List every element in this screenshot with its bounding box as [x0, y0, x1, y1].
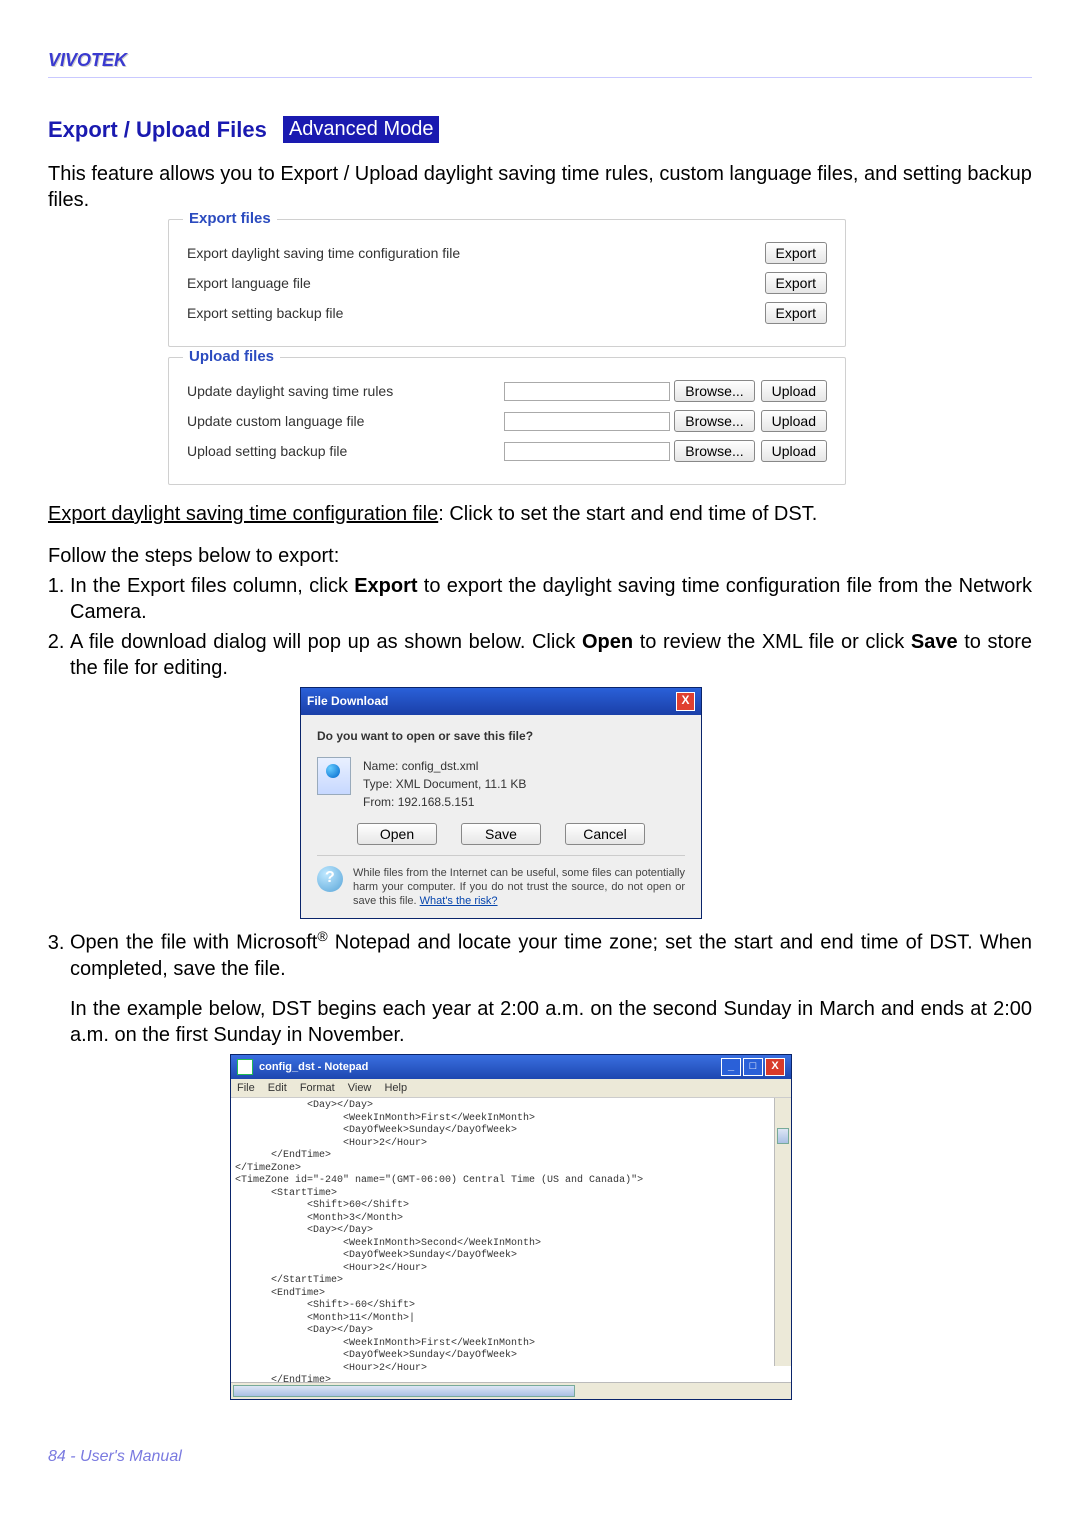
registered-mark: ® [317, 928, 327, 944]
notepad-menubar: File Edit Format View Help [231, 1079, 791, 1098]
upload-language-path[interactable] [504, 412, 670, 431]
export-dst-desc-label: Export daylight saving time configuratio… [48, 503, 438, 525]
dialog-cancel-button[interactable]: Cancel [565, 823, 645, 845]
scrollbar-vertical[interactable] [774, 1098, 791, 1366]
dialog-open-button[interactable]: Open [357, 823, 437, 845]
upload-dst-path[interactable] [504, 382, 670, 401]
menu-file[interactable]: File [237, 1082, 255, 1094]
export-language-button[interactable]: Export [765, 272, 827, 294]
brand-logo: VIVOTEK [48, 50, 127, 71]
notepad-window: config_dst - Notepad _ □ X File Edit For… [230, 1054, 792, 1400]
upload-files-legend: Upload files [183, 348, 280, 365]
steps-intro: Follow the steps below to export: [48, 543, 1032, 569]
steps-list: In the Export files column, click Export… [48, 573, 1032, 1400]
step-1-export-word: Export [354, 575, 417, 597]
upload-dst-upload-button[interactable]: Upload [761, 380, 827, 402]
upload-backup-upload-button[interactable]: Upload [761, 440, 827, 462]
upload-language-browse-button[interactable]: Browse... [674, 410, 754, 432]
dlg-name-value: config_dst.xml [402, 759, 479, 773]
upload-backup-path[interactable] [504, 442, 670, 461]
upload-files-panel: Upload files Update daylight saving time… [168, 357, 846, 485]
export-files-panel: Export files Export daylight saving time… [168, 219, 846, 347]
dlg-name-label: Name: [363, 759, 398, 773]
dialog-title: File Download [307, 694, 388, 710]
upload-dst-label: Update daylight saving time rules [187, 383, 504, 399]
step-1a: In the Export files column, click [70, 575, 354, 597]
upload-language-upload-button[interactable]: Upload [761, 410, 827, 432]
maximize-icon[interactable]: □ [743, 1058, 763, 1076]
section-title-text: Export / Upload Files [48, 117, 267, 142]
step-2-open-word: Open [582, 631, 633, 653]
export-dst-label: Export daylight saving time configuratio… [187, 245, 765, 261]
dialog-question: Do you want to open or save this file? [317, 729, 685, 745]
step-1: In the Export files column, click Export… [70, 573, 1032, 625]
dialog-close-icon[interactable]: X [676, 692, 695, 711]
example-text: In the example below, DST begins each ye… [70, 996, 1032, 1048]
warning-icon [317, 866, 343, 892]
intro-text: This feature allows you to Export / Uplo… [48, 161, 1032, 213]
dialog-warning-text: While files from the Internet can be use… [353, 867, 685, 908]
dlg-type-label: Type: [363, 777, 392, 791]
menu-edit[interactable]: Edit [268, 1082, 287, 1094]
notepad-title: config_dst - Notepad [259, 1060, 368, 1074]
step-3a: Open the file with Microsoft [70, 932, 317, 954]
menu-format[interactable]: Format [300, 1082, 335, 1094]
export-dst-button[interactable]: Export [765, 242, 827, 264]
step-2c: to review the XML file or click [633, 631, 911, 653]
advanced-mode-badge: Advanced Mode [283, 116, 440, 143]
page-footer: 84 - User's Manual [48, 1448, 1032, 1466]
upload-backup-label: Upload setting backup file [187, 443, 504, 459]
upload-backup-browse-button[interactable]: Browse... [674, 440, 754, 462]
minimize-icon[interactable]: _ [721, 1058, 741, 1076]
export-dst-desc: Export daylight saving time configuratio… [48, 501, 1032, 527]
close-icon[interactable]: X [765, 1058, 785, 1076]
upload-dst-browse-button[interactable]: Browse... [674, 380, 754, 402]
notepad-content[interactable]: <Day></Day> <WeekInMonth>First</WeekInMo… [231, 1098, 791, 1382]
menu-view[interactable]: View [348, 1082, 372, 1094]
dlg-type-value: XML Document, 11.1 KB [396, 777, 527, 791]
scrollbar-horizontal[interactable] [231, 1382, 791, 1399]
whats-the-risk-link[interactable]: What's the risk? [420, 895, 498, 907]
step-2: A file download dialog will pop up as sh… [70, 629, 1032, 919]
file-type-icon [317, 757, 351, 795]
step-2-save-word: Save [911, 631, 958, 653]
export-backup-button[interactable]: Export [765, 302, 827, 324]
upload-language-label: Update custom language file [187, 413, 504, 429]
step-2a: A file download dialog will pop up as sh… [70, 631, 582, 653]
dlg-from-label: From: [363, 795, 394, 809]
notepad-icon [237, 1059, 253, 1075]
menu-help[interactable]: Help [384, 1082, 407, 1094]
export-dst-desc-rest: : Click to set the start and end time of… [438, 503, 817, 525]
export-language-label: Export language file [187, 275, 765, 291]
step-3: Open the file with Microsoft® Notepad an… [70, 927, 1032, 1400]
file-download-dialog: File Download X Do you want to open or s… [300, 687, 702, 919]
export-backup-label: Export setting backup file [187, 305, 765, 321]
dialog-save-button[interactable]: Save [461, 823, 541, 845]
section-title: Export / Upload Files Advanced Mode [48, 116, 1032, 143]
dlg-from-value: 192.168.5.151 [398, 795, 475, 809]
export-files-legend: Export files [183, 210, 277, 227]
